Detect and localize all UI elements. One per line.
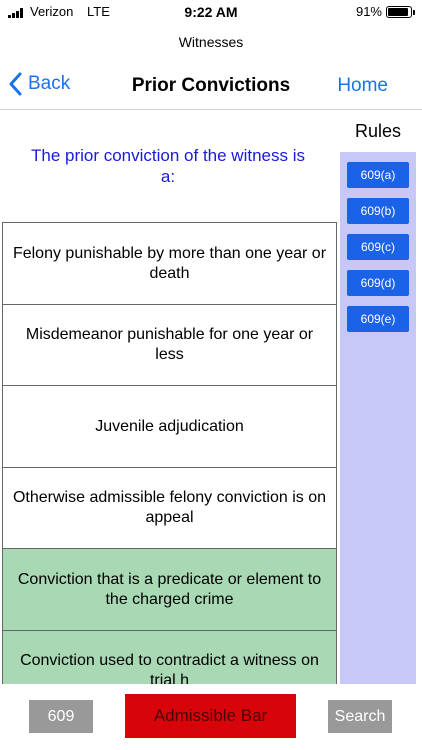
status-bar: Verizon LTE 9:22 AM 91% [0, 0, 422, 26]
navigation-bar: Back Prior Convictions Home [0, 64, 422, 110]
rule-609-button[interactable]: 609 [29, 700, 93, 733]
option-item[interactable]: Conviction that is a predicate or elemen… [2, 548, 337, 631]
option-item[interactable]: Misdemeanor punishable for one year or l… [2, 303, 337, 387]
rule-button[interactable]: 609(d) [347, 270, 409, 296]
home-button[interactable]: Home [337, 75, 388, 97]
search-button[interactable]: Search [328, 700, 392, 733]
bottom-toolbar: 609 Admissible Bar Search [0, 684, 422, 750]
rules-panel: 609(a) 609(b) 609(c) 609(d) 609(e) [340, 152, 416, 684]
rule-button[interactable]: 609(b) [347, 198, 409, 224]
nav-subtitle: Witnesses [178, 34, 244, 50]
rules-title: Rules [354, 121, 402, 141]
option-item[interactable]: Otherwise admissible felony conviction i… [2, 466, 337, 550]
option-item[interactable]: Juvenile adjudication [2, 385, 337, 468]
admissible-bar-button[interactable]: Admissible Bar [125, 694, 296, 738]
rule-button[interactable]: 609(c) [347, 234, 409, 260]
option-item[interactable]: Conviction used to contradict a witness … [2, 629, 337, 684]
question-prompt: The prior conviction of the witness is a… [30, 146, 305, 186]
battery-percentage: 91% [355, 4, 382, 19]
rule-button[interactable]: 609(a) [347, 162, 409, 188]
battery-icon [386, 6, 415, 18]
options-list: Felony punishable by more than one year … [2, 222, 337, 684]
rule-button[interactable]: 609(e) [347, 306, 409, 332]
option-item[interactable]: Felony punishable by more than one year … [2, 222, 337, 305]
